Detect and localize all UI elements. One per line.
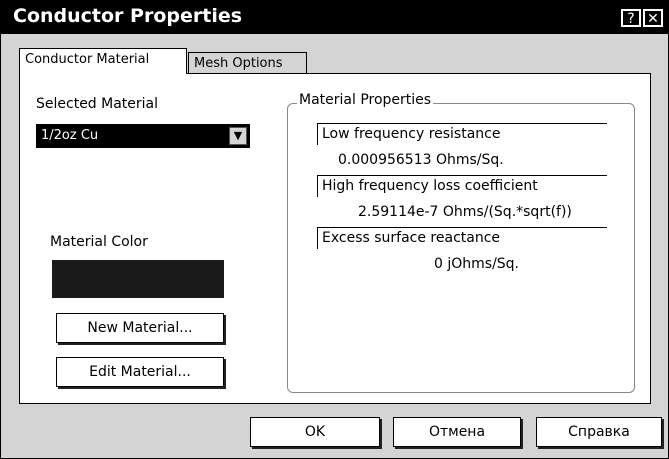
excess-surface-reactance-value: 0 jOhms/Sq. — [434, 256, 520, 272]
tab-conductor-material[interactable]: Conductor Material — [19, 48, 187, 74]
ok-button[interactable]: OK — [250, 417, 380, 447]
high-frequency-loss-value: 2.59114e-7 Ohms/(Sq.*sqrt(f)) — [358, 204, 572, 220]
edit-material-button[interactable]: Edit Material... — [56, 357, 224, 387]
material-select[interactable]: 1/2oz Cu ▼ — [36, 124, 250, 148]
cancel-button[interactable]: Отмена — [393, 417, 521, 447]
material-properties-title: Material Properties — [297, 92, 434, 108]
material-color-label: Material Color — [50, 234, 148, 250]
help-button[interactable]: Справка — [536, 417, 662, 447]
low-frequency-resistance-value: 0.000956513 Ohms/Sq. — [338, 152, 504, 168]
help-icon[interactable]: ? — [621, 9, 641, 27]
low-frequency-resistance-label: Low frequency resistance — [317, 123, 607, 145]
chevron-down-icon[interactable]: ▼ — [229, 127, 247, 145]
title-bar: Conductor Properties ? ✕ — [1, 1, 668, 34]
close-icon[interactable]: ✕ — [643, 9, 663, 27]
material-color-swatch[interactable] — [52, 260, 224, 298]
selected-material-label: Selected Material — [36, 96, 159, 112]
material-select-value: 1/2oz Cu — [41, 128, 99, 143]
new-material-button[interactable]: New Material... — [56, 313, 224, 343]
excess-surface-reactance-label: Excess surface reactance — [317, 227, 607, 249]
conductor-material-panel: Selected Material 1/2oz Cu ▼ Material Co… — [19, 73, 651, 404]
high-frequency-loss-label: High frequency loss coefficient — [317, 175, 607, 197]
conductor-properties-dialog: Conductor Properties ? ✕ Conductor Mater… — [0, 0, 669, 459]
window-title: Conductor Properties — [13, 5, 243, 27]
